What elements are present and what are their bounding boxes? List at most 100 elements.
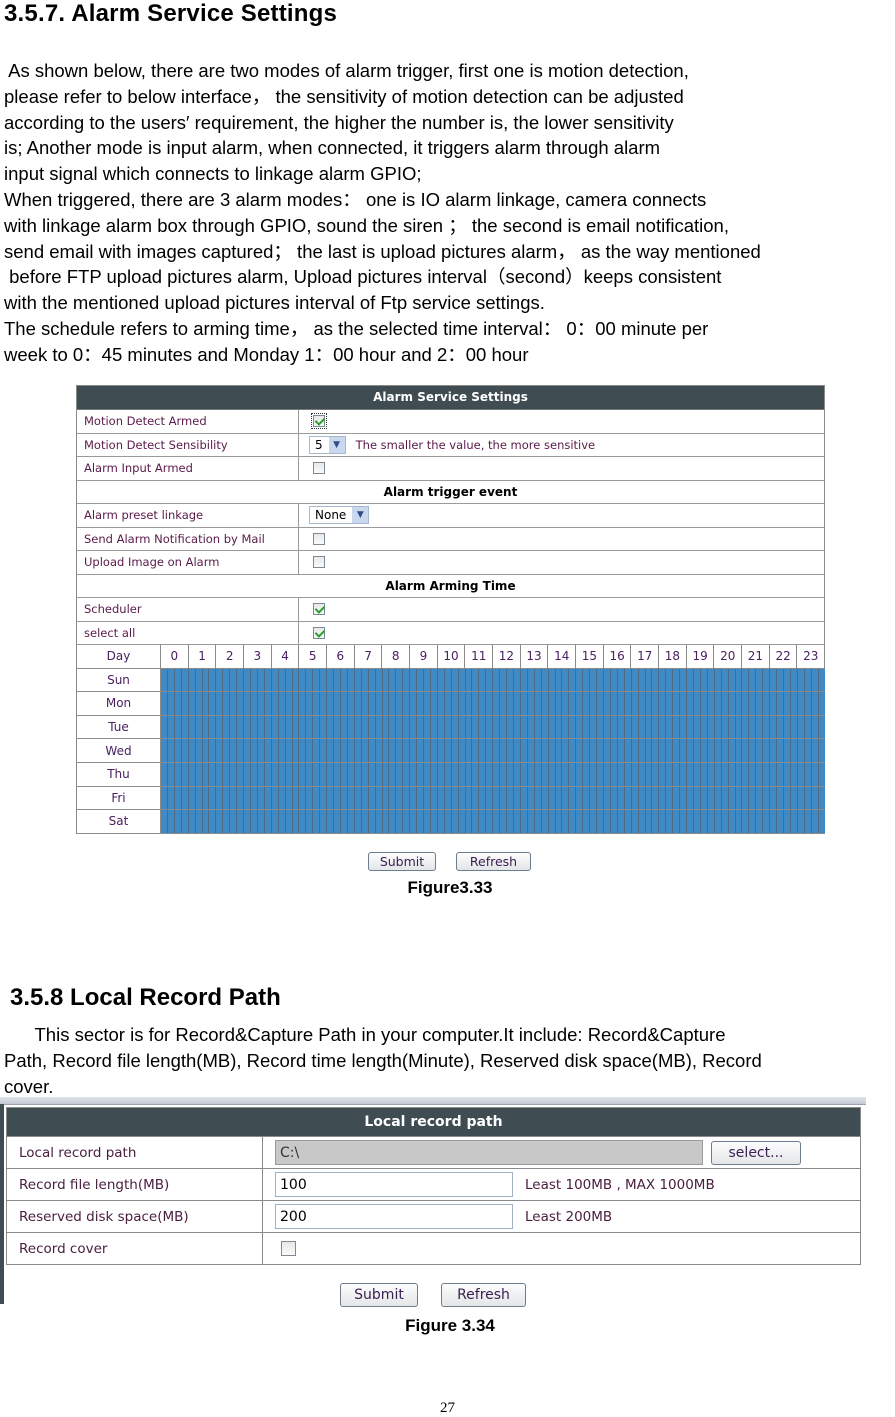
schedule-slot[interactable]	[472, 668, 480, 692]
schedule-slot[interactable]	[728, 762, 736, 786]
schedule-slot[interactable]	[576, 739, 584, 762]
schedule-slot[interactable]	[403, 810, 411, 833]
schedule-slot[interactable]	[700, 739, 708, 762]
schedule-slot[interactable]	[271, 692, 279, 715]
schedule-slot[interactable]	[334, 668, 341, 692]
schedule-slot[interactable]	[250, 668, 258, 692]
schedule-slot[interactable]	[507, 692, 515, 715]
schedule-slot[interactable]	[174, 715, 182, 739]
schedule-slot[interactable]	[638, 715, 646, 739]
schedule-slot[interactable]	[756, 810, 764, 833]
schedule-slot[interactable]	[437, 810, 445, 833]
schedule-slot[interactable]	[548, 786, 556, 810]
schedule-slot[interactable]	[687, 715, 694, 739]
schedule-slot[interactable]	[673, 739, 681, 762]
schedule-slot[interactable]	[583, 668, 591, 692]
hour-header[interactable]: 11	[465, 645, 494, 668]
schedule-slot[interactable]	[645, 715, 653, 739]
schedule-slot[interactable]	[403, 668, 411, 692]
schedule-slot[interactable]	[604, 668, 611, 692]
schedule-slot[interactable]	[368, 692, 376, 715]
schedule-slot[interactable]	[458, 668, 466, 692]
schedule-slot[interactable]	[728, 739, 736, 762]
schedule-slot[interactable]	[347, 762, 355, 786]
schedule-slot[interactable]	[188, 715, 196, 739]
schedule-slot[interactable]	[569, 739, 577, 762]
schedule-slot[interactable]	[645, 810, 653, 833]
schedule-slot[interactable]	[223, 810, 231, 833]
schedule-slot[interactable]	[188, 762, 196, 786]
schedule-slot[interactable]	[507, 668, 515, 692]
schedule-slot[interactable]	[742, 762, 750, 786]
schedule-slot[interactable]	[292, 786, 300, 810]
schedule-slot[interactable]	[693, 692, 701, 715]
schedule-slot[interactable]	[161, 786, 168, 810]
schedule-slot[interactable]	[292, 715, 300, 739]
hour-header[interactable]: 3	[244, 645, 272, 668]
schedule-slot[interactable]	[638, 692, 646, 715]
schedule-slot[interactable]	[804, 810, 812, 833]
schedule-slot[interactable]	[368, 810, 376, 833]
schedule-slot[interactable]	[202, 786, 210, 810]
alarm-refresh-button[interactable]: Refresh	[456, 852, 531, 871]
schedule-slot[interactable]	[500, 786, 508, 810]
schedule-slot[interactable]	[583, 692, 591, 715]
schedule-slot[interactable]	[306, 739, 314, 762]
schedule-slot[interactable]	[368, 715, 376, 739]
hour-header[interactable]: 5	[299, 645, 328, 668]
schedule-slot[interactable]	[444, 786, 452, 810]
schedule-slot[interactable]	[804, 762, 812, 786]
schedule-slot[interactable]	[666, 762, 674, 786]
schedule-slot[interactable]	[167, 715, 175, 739]
schedule-slot[interactable]	[396, 739, 404, 762]
schedule-slot[interactable]	[264, 786, 272, 810]
schedule-slot[interactable]	[188, 692, 196, 715]
hour-header[interactable]: 18	[659, 645, 687, 668]
schedule-slot[interactable]	[264, 739, 272, 762]
schedule-slot[interactable]	[555, 739, 563, 762]
schedule-slot[interactable]	[479, 762, 487, 786]
schedule-slot[interactable]	[797, 715, 805, 739]
schedule-slot[interactable]	[479, 668, 487, 692]
schedule-slot[interactable]	[666, 692, 674, 715]
schedule-slot[interactable]	[347, 715, 355, 739]
schedule-slot[interactable]	[756, 786, 764, 810]
schedule-slot[interactable]	[417, 786, 425, 810]
schedule-slot[interactable]	[327, 786, 335, 810]
schedule-slot[interactable]	[714, 715, 722, 739]
schedule-slot[interactable]	[444, 715, 452, 739]
schedule-slot[interactable]	[590, 739, 598, 762]
schedule-slot[interactable]	[604, 715, 611, 739]
schedule-slot[interactable]	[465, 715, 473, 739]
schedule-slot[interactable]	[700, 810, 708, 833]
schedule-slot[interactable]	[195, 810, 203, 833]
hour-header[interactable]: 7	[355, 645, 383, 668]
schedule-slot[interactable]	[313, 715, 321, 739]
schedule-slot[interactable]	[818, 739, 825, 762]
schedule-slot[interactable]	[465, 810, 473, 833]
schedule-slot[interactable]	[687, 692, 694, 715]
schedule-slot[interactable]	[375, 739, 383, 762]
schedule-slot[interactable]	[610, 786, 618, 810]
schedule-slot[interactable]	[479, 786, 487, 810]
schedule-slot[interactable]	[244, 715, 251, 739]
schedule-slot[interactable]	[361, 762, 369, 786]
schedule-slot[interactable]	[216, 715, 224, 739]
schedule-slot[interactable]	[472, 810, 480, 833]
schedule-slot[interactable]	[486, 715, 494, 739]
schedule-slot[interactable]	[216, 692, 224, 715]
schedule-slot[interactable]	[714, 739, 722, 762]
schedule-slot[interactable]	[250, 715, 258, 739]
scheduler-checkbox[interactable]	[313, 603, 325, 616]
day-label[interactable]: Sun	[77, 668, 161, 692]
schedule-slot[interactable]	[548, 668, 556, 692]
schedule-slot[interactable]	[216, 668, 224, 692]
upload-image-checkbox[interactable]	[313, 556, 325, 569]
schedule-slot[interactable]	[195, 739, 203, 762]
chevron-down-icon[interactable]: ▼	[328, 436, 345, 453]
schedule-slot[interactable]	[417, 739, 425, 762]
schedule-slot[interactable]	[569, 692, 577, 715]
schedule-slot[interactable]	[195, 715, 203, 739]
schedule-slot[interactable]	[514, 739, 521, 762]
schedule-slot[interactable]	[368, 739, 376, 762]
